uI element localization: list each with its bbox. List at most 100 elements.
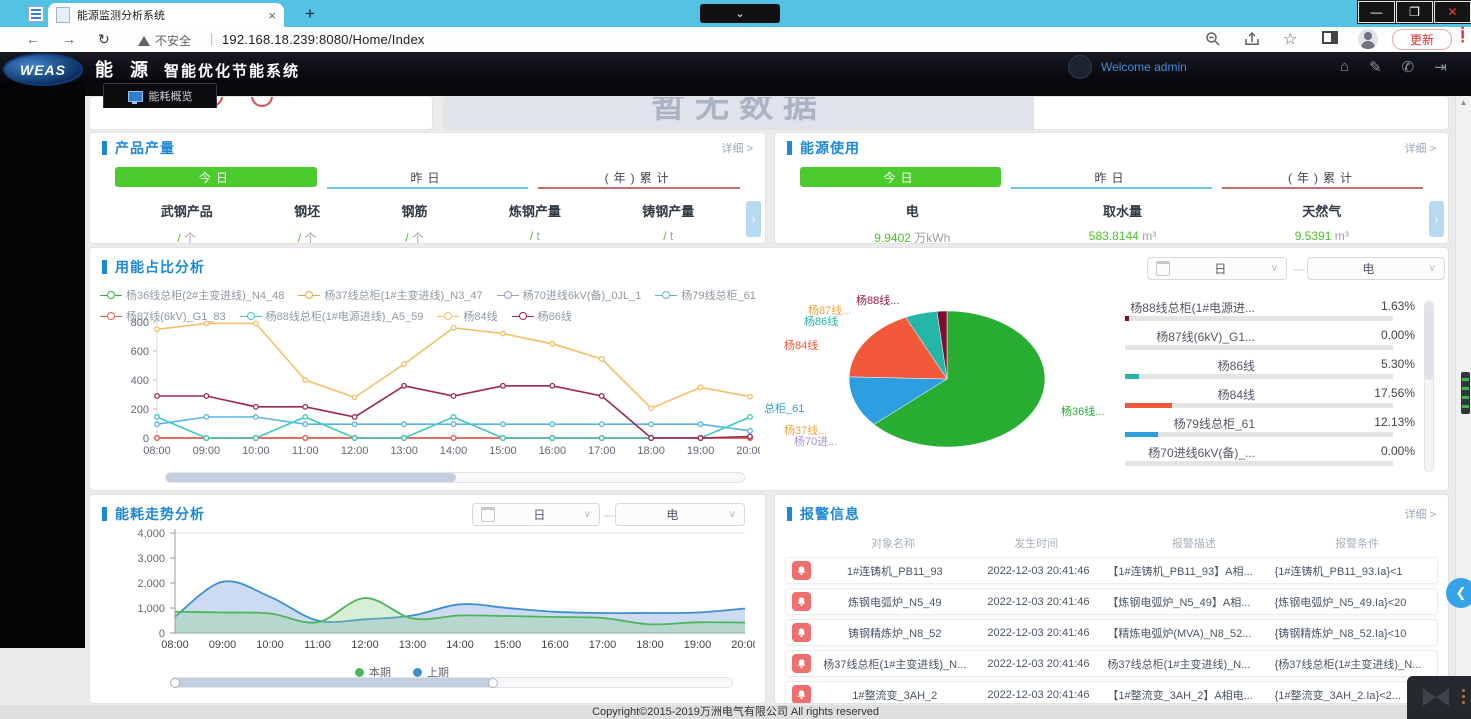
svg-text:17:00: 17:00 — [588, 445, 616, 457]
alarm-row-1[interactable]: 炼钢电弧炉_N5_492022-12-03 20:41:46【炼钢电弧炉_N5_… — [785, 588, 1438, 615]
alarm-desc: 【精炼电弧炉(MVA)_N8_52... — [1107, 625, 1274, 641]
legend-item-2[interactable]: 杨70进线6kV(备)_0JL_1 — [497, 287, 642, 303]
bookmark-star-icon[interactable]: ☆ — [1283, 29, 1297, 49]
alarm-time: 2022-12-03 20:41:46 — [970, 565, 1108, 577]
svg-text:13:00: 13:00 — [399, 639, 427, 651]
browser-tab[interactable]: 能源监测分析系统 × — [48, 3, 284, 27]
svg-text:08:00: 08:00 — [161, 639, 189, 651]
item-percent: 0.00% — [1381, 328, 1415, 342]
reload-button[interactable]: ↻ — [98, 31, 110, 48]
datazoom-handle[interactable] — [488, 678, 498, 688]
product-tab-0[interactable]: 今日 — [115, 167, 317, 187]
legend-item-0[interactable]: 杨36线总柜(2#主变进线)_N4_48 — [100, 287, 284, 303]
line-chart-datazoom[interactable] — [165, 472, 745, 483]
energy-tabs: 今日昨日 (年)累计 — [775, 163, 1448, 189]
proportion-list-item-2[interactable]: 杨86线5.30% — [1125, 357, 1415, 386]
back-button[interactable]: ← — [26, 31, 40, 47]
security-badge[interactable]: 不安全 — [138, 32, 191, 49]
new-tab-button[interactable]: + — [305, 4, 315, 24]
item-bar-track — [1125, 461, 1393, 466]
svg-text:08:00: 08:00 — [143, 445, 171, 457]
legend-item-3[interactable]: 杨79线总柜_61 — [655, 287, 756, 303]
alarm-cond: {杨37线总柜(1#主变进线)_N... — [1275, 656, 1437, 672]
carousel-next-button[interactable]: › — [746, 201, 761, 237]
select-dash: — — [1293, 262, 1305, 276]
item-label: 杨87线(6kV)_G1... — [1125, 328, 1255, 345]
pie-label-7: 杨36线... — [1061, 403, 1104, 419]
column-label: 取水量 — [1089, 201, 1156, 220]
no-data-box: 暂无数据 — [444, 97, 1034, 129]
alarm-row-3[interactable]: 杨37线总柜(1#主变进线)_N...2022-12-03 20:41:46杨3… — [785, 650, 1438, 677]
alarm-table-headers: 对象名称发生时间报警描述报警条件 — [775, 529, 1448, 553]
legend-marker — [298, 291, 320, 300]
column-label: 钢筋 — [401, 201, 427, 220]
trend-period-select[interactable]: 日 ∨ — [472, 503, 600, 526]
proportion-list-item-3[interactable]: 杨84线17.56% — [1125, 386, 1415, 415]
tab-energy-overview[interactable]: 能耗概览 — [103, 83, 217, 108]
svg-text:10:00: 10:00 — [256, 639, 284, 651]
window-controls: — ❐ ✕ — [1357, 0, 1471, 24]
item-bar-fill — [1125, 432, 1158, 437]
column-value: / 个 — [401, 229, 427, 246]
proportion-list-item-1[interactable]: 杨87线(6kV)_G1... 0.00% — [1125, 328, 1415, 357]
proportion-list-item-0[interactable]: 杨88线总柜(1#电源进...1.63% — [1125, 299, 1415, 328]
zoom-out-icon[interactable] — [1204, 30, 1222, 48]
app-title-sub: 智能优化节能系统 — [164, 60, 300, 81]
carousel-next-button[interactable]: › — [1429, 201, 1444, 237]
legend-item-1[interactable]: 杨37线总柜(1#主变进线)_N3_47 — [298, 287, 482, 303]
detail-link[interactable]: 详细 > — [722, 140, 753, 156]
period-select[interactable]: 日 ∨ — [1147, 257, 1287, 280]
sidebar — [0, 82, 85, 648]
svg-text:0: 0 — [143, 433, 149, 445]
column-label: 武钢产品 — [161, 201, 213, 220]
column-value: / t — [509, 229, 561, 243]
svg-text:400: 400 — [131, 375, 149, 387]
alarm-bell-icon — [792, 685, 811, 703]
url-text[interactable]: 192.168.18.239:8080/Home/Index — [222, 32, 425, 47]
alarm-row-2[interactable]: 铸钢精炼炉_N8_522022-12-03 20:41:46【精炼电弧炉(MVA… — [785, 619, 1438, 646]
tab-title: 能源监测分析系统 — [77, 7, 261, 23]
alarm-desc: 【1#整流变_3AH_2】A相电... — [1107, 687, 1274, 703]
update-button[interactable]: 更新 — [1392, 29, 1452, 50]
menu-kebab-icon[interactable]: ⋮⋮ — [1456, 29, 1469, 41]
list-scrollbar[interactable] — [1424, 300, 1434, 472]
sidepanel-icon[interactable] — [1322, 31, 1338, 44]
restore-button[interactable]: ❐ — [1396, 1, 1433, 23]
logout-icon[interactable]: ⇥ — [1434, 58, 1447, 76]
product-tab-2[interactable]: (年)累计 — [538, 167, 740, 189]
area-chart-datazoom[interactable] — [170, 677, 733, 688]
detail-link[interactable]: 详细 > — [1405, 506, 1436, 522]
proportion-list-item-4[interactable]: 杨79线总柜_6112.13% — [1125, 415, 1415, 444]
alarm-name: 炼钢电弧炉_N5_49 — [820, 594, 970, 610]
phone-icon[interactable]: ✆ — [1402, 58, 1415, 76]
recorder-overlay[interactable] — [1407, 676, 1471, 719]
energy-tab-0[interactable]: 今日 — [800, 167, 1001, 187]
metric-select[interactable]: 电 ∨ — [1307, 257, 1445, 280]
collapse-edge-button[interactable]: ❮ — [1446, 578, 1471, 608]
area-chart: 01,0002,0003,0004,00008:0009:0010:0011:0… — [95, 525, 755, 663]
item-percent: 5.30% — [1381, 357, 1415, 371]
detail-link[interactable]: 详细 > — [1405, 140, 1436, 156]
edit-icon[interactable]: ✎ — [1369, 58, 1382, 76]
titlebar-dropdown-button[interactable]: ⌄ — [700, 4, 780, 23]
alarm-row-0[interactable]: 1#连铸机_PB11_932022-12-03 20:41:46【1#连铸机_P… — [785, 557, 1438, 584]
profile-avatar[interactable] — [1358, 29, 1378, 49]
welcome-user[interactable]: Welcome admin — [1068, 55, 1187, 79]
home-icon[interactable]: ⌂ — [1340, 58, 1349, 76]
panel-alarms: 报警信息 详细 > 对象名称发生时间报警描述报警条件 1#连铸机_PB11_93… — [775, 495, 1448, 703]
share-icon[interactable] — [1243, 30, 1261, 48]
energy-tab-2[interactable]: (年)累计 — [1222, 167, 1423, 189]
trend-metric-select[interactable]: 电 ∨ — [615, 503, 745, 526]
alarm-bell-icon — [792, 592, 811, 611]
datazoom-handle[interactable] — [170, 678, 180, 688]
pie-label-6: 杨70进... — [794, 433, 837, 449]
tab-close-icon[interactable]: × — [268, 9, 276, 22]
close-button[interactable]: ✕ — [1434, 1, 1471, 23]
alarm-row-4[interactable]: 1#整流变_3AH_22022-12-03 20:41:46【1#整流变_3AH… — [785, 681, 1438, 703]
product-tab-1[interactable]: 昨日 — [327, 167, 529, 189]
column-value: 9.9402 万kWh — [874, 229, 950, 246]
energy-tab-1[interactable]: 昨日 — [1011, 167, 1212, 189]
proportion-list-item-5[interactable]: 杨70进线6kV(备)_...0.00% — [1125, 444, 1415, 473]
forward-button[interactable]: → — [62, 31, 76, 47]
minimize-button[interactable]: — — [1358, 1, 1395, 23]
